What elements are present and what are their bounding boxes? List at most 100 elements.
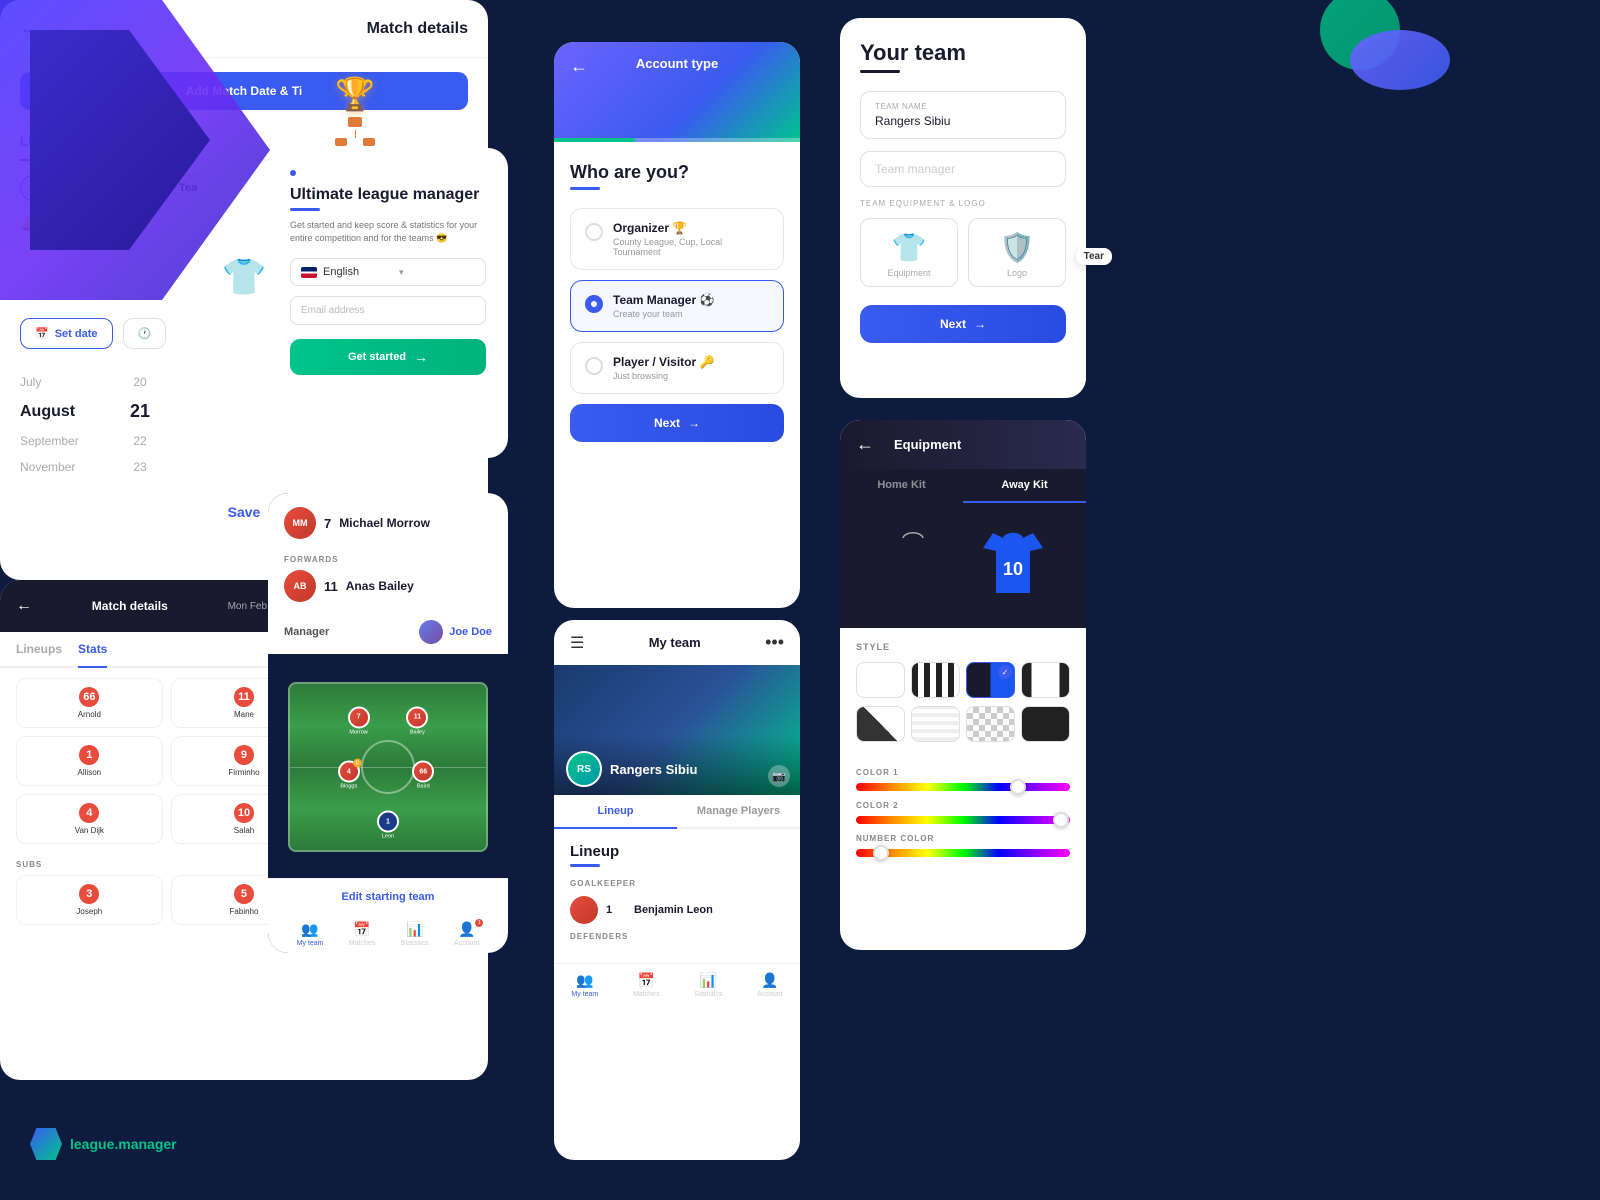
org-chart <box>335 117 375 146</box>
style-diagonal[interactable] <box>856 706 905 742</box>
style-halves[interactable]: ✓ <box>966 662 1015 698</box>
arrow-icon: → <box>414 349 428 365</box>
goalkeeper-label: GOALKEEPER <box>570 879 784 888</box>
team-name-field[interactable]: Team name Rangers Sibiu <box>860 91 1066 139</box>
player-main-row: MM 7 Michael Morrow <box>284 507 492 539</box>
team-name-value: Rangers Sibiu <box>875 114 1051 128</box>
logo-label: Logo <box>1007 268 1027 278</box>
equipment-panel: ← Equipment Home Kit Away Kit 10 STYLE <box>840 420 1086 950</box>
myteam-nav-matches-label: Matches <box>633 991 659 998</box>
edit-team-button[interactable]: Edit starting team <box>342 891 435 903</box>
color1-row: COLOR 1 <box>856 768 1070 791</box>
logo-box[interactable]: 🛡️ Logo <box>968 218 1066 287</box>
style-side-stripes[interactable] <box>1021 662 1070 698</box>
account-header-title: Account type <box>636 56 718 71</box>
goalkeeper-avatar <box>570 896 598 924</box>
forward-name: Anas Bailey <box>346 579 414 593</box>
radio-manager <box>585 295 603 313</box>
tab-home-kit[interactable]: Home Kit <box>840 469 963 503</box>
nav-myteam[interactable]: 👥 My team <box>297 921 324 947</box>
number-color-label: NUMBER COLOR <box>856 834 1070 843</box>
myteam-nav-matches-icon: 📅 <box>638 972 655 989</box>
email-field[interactable]: Email address <box>290 296 486 325</box>
nav-statistics[interactable]: 📊 Statistics <box>401 921 429 947</box>
number-color-row: NUMBER COLOR <box>856 834 1070 857</box>
myteam-nav-statistics-label: Statistics <box>694 991 722 998</box>
goalkeeper-number: 1 <box>606 904 626 916</box>
color2-slider[interactable] <box>856 816 1070 824</box>
yourteam-next-button[interactable]: Next → <box>860 305 1066 343</box>
role-visitor[interactable]: Player / Visitor 🔑 Just browsing <box>570 342 784 394</box>
login-title: Ultimate league manager <box>290 186 486 204</box>
clock-icon: 🕐 <box>138 327 152 340</box>
nav-myteam-label: My team <box>297 940 324 947</box>
forwards-section: FORWARDS AB 11 Anas Bailey <box>268 549 508 612</box>
tab-manage-players[interactable]: Manage Players <box>677 795 800 829</box>
ps-name-salah: Salah <box>234 826 254 835</box>
menu-icon[interactable]: ☰ <box>570 633 584 653</box>
equipment-section-label: TEAM EQUIPMENT & LOGO <box>860 199 1066 208</box>
goalkeeper-name: Benjamin Leon <box>634 904 713 916</box>
myteam-nav-account[interactable]: 👤 Account <box>757 972 782 998</box>
style-label: STYLE <box>856 642 1070 652</box>
role-manager[interactable]: Team Manager ⚽ Create your team <box>570 280 784 332</box>
myteam-nav-matches[interactable]: 📅 Matches <box>633 972 659 998</box>
style-block[interactable] <box>1021 706 1070 742</box>
color1-slider[interactable] <box>856 783 1070 791</box>
team-manager-field[interactable]: Team manager <box>860 151 1066 187</box>
set-date-button[interactable]: 📅 Set date <box>20 318 113 349</box>
manager-info: Joe Doe <box>419 620 492 644</box>
get-started-button[interactable]: Get started → <box>290 339 486 375</box>
equipment-box[interactable]: 👕 Equipment <box>860 218 958 287</box>
role-manager-content: Team Manager ⚽ Create your team <box>613 293 714 319</box>
myteam-nav-myteam[interactable]: 👥 My team <box>571 972 598 998</box>
team-logo: RS <box>566 751 602 787</box>
nav-matches[interactable]: 📅 Matches <box>349 921 375 947</box>
camera-button[interactable]: 📷 <box>768 765 790 787</box>
pitch-player-11: 11 Bailey <box>406 706 428 735</box>
subs-num-3: 3 <box>79 884 99 904</box>
number-color-slider[interactable] <box>856 849 1070 857</box>
style-collar[interactable] <box>911 706 960 742</box>
matches-icon: 📅 <box>353 921 370 938</box>
bottom-navigation: 👥 My team 📅 Matches 📊 Statistics 👤 1 Acc… <box>268 913 508 953</box>
style-checker[interactable] <box>966 706 1015 742</box>
account-back-button[interactable]: ← <box>570 56 588 76</box>
yourteam-next-label: Next <box>940 317 966 331</box>
logo-bottom-left: league.manager <box>30 1128 177 1160</box>
role-organizer[interactable]: Organizer 🏆 County League, Cup, Local To… <box>570 208 784 270</box>
account-next-button[interactable]: Next → <box>570 404 784 442</box>
forward-avatar: AB <box>284 570 316 602</box>
login-subtitle: Get started and keep score & statistics … <box>290 219 486 244</box>
color1-label: COLOR 1 <box>856 768 1070 777</box>
nav-account[interactable]: 👤 1 Account <box>454 921 479 947</box>
pitch-container: 7 Morrow 11 Bailey 4 C Bloggs 66 Baird 1… <box>268 656 508 878</box>
style-stripes[interactable] <box>911 662 960 698</box>
language-selector[interactable]: English ▾ <box>290 258 486 286</box>
match-stats-back-button[interactable]: ← <box>16 597 32 615</box>
radio-organizer <box>585 223 603 241</box>
stats-tab-stats[interactable]: Stats <box>78 632 107 668</box>
nav-matches-label: Matches <box>349 940 375 947</box>
set-time-button[interactable]: 🕐 <box>123 318 167 349</box>
equipment-back-button[interactable]: ← <box>856 434 874 455</box>
stats-card-arnold: 66 Arnold <box>16 678 163 728</box>
equipment-header: ← Equipment <box>840 420 1086 469</box>
save-button[interactable]: Save <box>228 504 261 520</box>
statistics-icon: 📊 <box>406 921 423 938</box>
subs-name-joseph: Joseph <box>76 907 102 916</box>
pitch-badge-1: 1 <box>377 811 399 833</box>
myteam-title: My team <box>649 635 701 650</box>
style-plain[interactable] <box>856 662 905 698</box>
goalkeeper-row: 1 Benjamin Leon <box>570 896 784 924</box>
dot-indicator <box>290 170 296 176</box>
football-pitch: 7 Morrow 11 Bailey 4 C Bloggs 66 Baird 1… <box>288 682 488 852</box>
tab-away-kit[interactable]: Away Kit <box>963 469 1086 503</box>
player-main-avatar: MM <box>284 507 316 539</box>
match-details-title: Match details <box>367 20 468 38</box>
dots-menu-icon[interactable]: ••• <box>765 632 784 653</box>
tab-lineup[interactable]: Lineup <box>554 795 677 829</box>
myteam-nav-statistics[interactable]: 📊 Statistics <box>694 972 722 998</box>
stats-tab-lineups[interactable]: Lineups <box>16 632 62 668</box>
svg-text:10: 10 <box>1003 559 1023 579</box>
